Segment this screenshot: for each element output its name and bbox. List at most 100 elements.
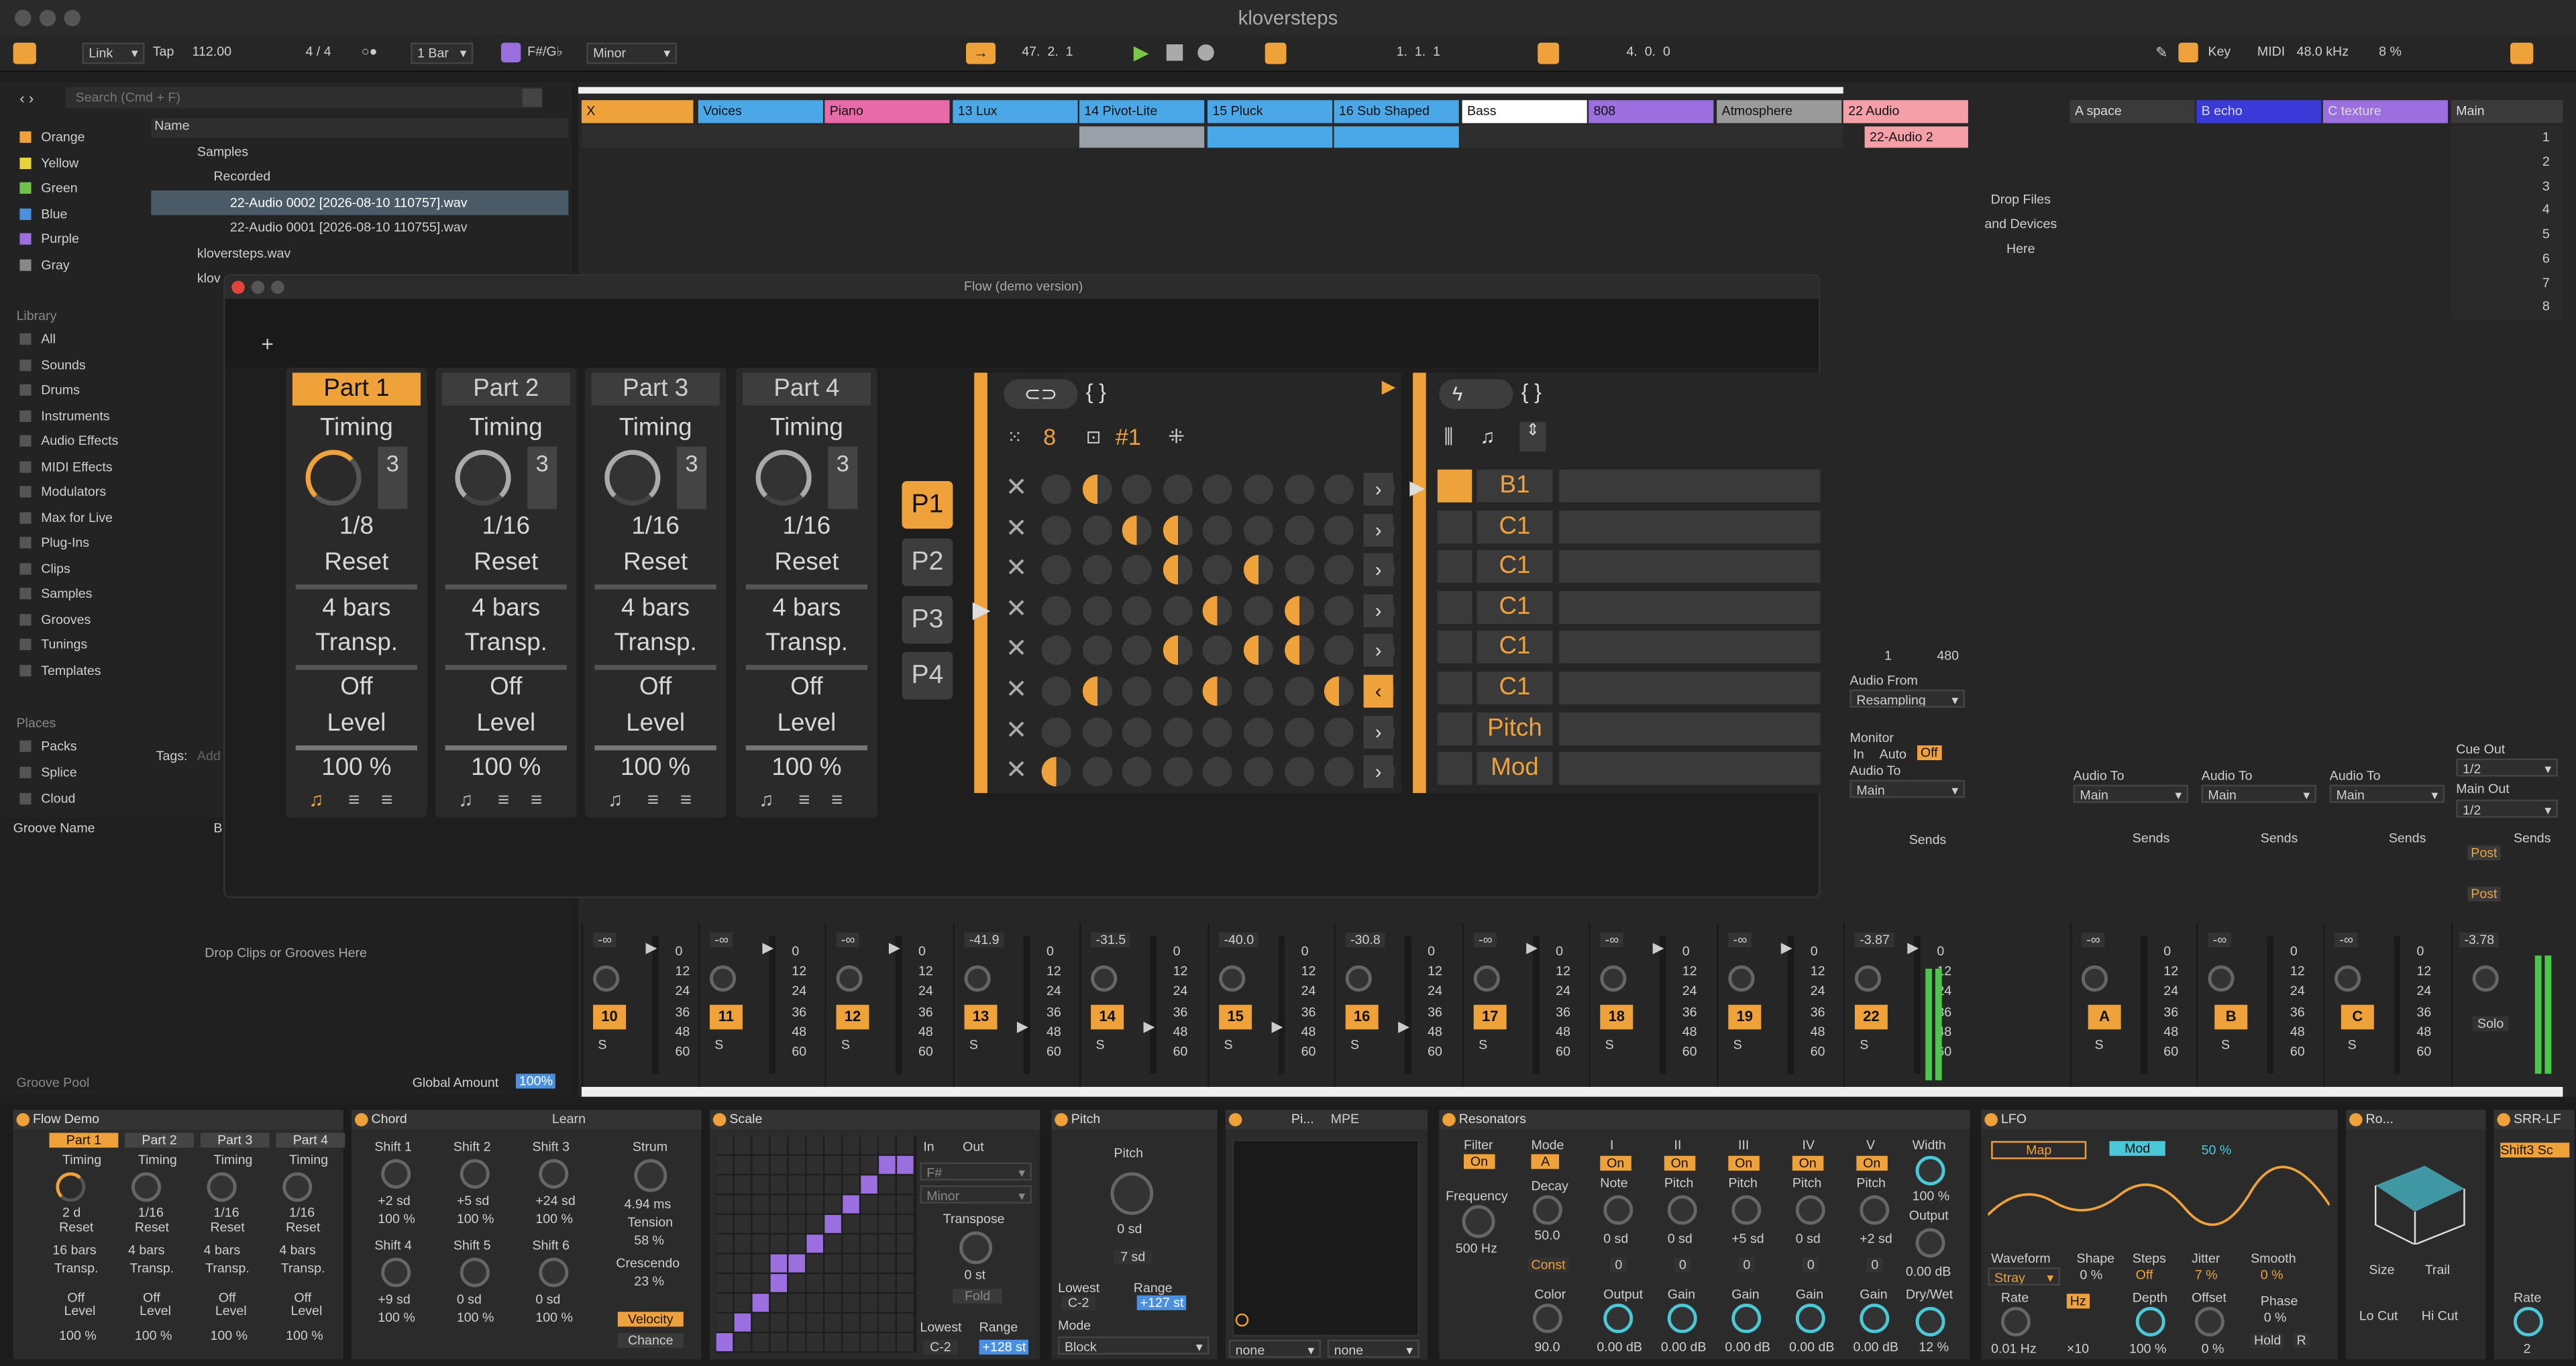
key-map-button[interactable]: Key <box>2208 44 2231 59</box>
solo-button[interactable]: S <box>1479 1038 1487 1053</box>
res-on-button[interactable]: On <box>1600 1155 1631 1171</box>
track-number[interactable]: 18 <box>1600 1004 1633 1030</box>
scale-cell[interactable] <box>843 1214 859 1233</box>
volume-value[interactable]: -40.0 <box>1219 932 1259 947</box>
device-title[interactable]: Pitch <box>1051 1110 1218 1130</box>
srr-mode[interactable]: Shift3 Sc <box>2500 1143 2570 1158</box>
transpose-knob[interactable] <box>959 1231 993 1265</box>
transp-value[interactable]: Off <box>585 673 727 701</box>
fader-track[interactable] <box>1404 935 1411 1074</box>
menu-icon[interactable]: ≡ <box>381 788 392 811</box>
pattern-button-p3[interactable]: P3 <box>902 596 953 644</box>
flash-toggle-icon[interactable]: ϟ <box>1439 379 1513 409</box>
timing-knob[interactable] <box>131 1172 162 1202</box>
track-header[interactable]: Bass <box>1462 100 1587 123</box>
audio-to-dropdown[interactable]: Main <box>2073 784 2189 803</box>
solo-button[interactable]: S <box>969 1038 978 1053</box>
position-field[interactable]: 47. 2. 1 <box>1022 44 1073 59</box>
library-item[interactable]: Modulators <box>19 484 106 499</box>
grid-step[interactable] <box>1243 676 1273 706</box>
library-item[interactable]: Grooves <box>19 613 91 627</box>
timing-knob[interactable] <box>56 1172 86 1202</box>
places-item[interactable]: Cloud <box>19 792 75 808</box>
note-lane[interactable] <box>1559 712 1821 745</box>
scale-cell[interactable] <box>770 1155 788 1174</box>
pi-dropdown-2[interactable]: none <box>1327 1339 1419 1358</box>
color-orange[interactable]: Orange <box>19 129 85 144</box>
bars-value[interactable]: 4 bars <box>585 594 727 623</box>
track-number[interactable]: 12 <box>836 1004 869 1030</box>
level-slider[interactable] <box>745 745 868 751</box>
transpose-value[interactable]: 0 st <box>965 1267 986 1282</box>
depth-knob[interactable] <box>2135 1306 2165 1336</box>
scale-mode-dropdown[interactable]: Minor <box>920 1185 1032 1204</box>
lowest-value[interactable]: C-2 <box>923 1339 958 1355</box>
transp-slider[interactable] <box>745 665 868 670</box>
level-value[interactable]: 100 % <box>135 1328 172 1343</box>
meter-field[interactable]: 4 / 4 <box>306 44 331 59</box>
scale-cell[interactable] <box>734 1175 751 1194</box>
stop-button[interactable] <box>1166 44 1183 61</box>
grid-step[interactable] <box>1081 474 1112 505</box>
res-pitch-knob[interactable] <box>1731 1195 1762 1225</box>
scale-cell[interactable] <box>734 1195 751 1214</box>
scale-cell[interactable] <box>897 1195 914 1214</box>
scale-cell[interactable] <box>734 1234 751 1253</box>
row-clear-icon[interactable]: ✕ <box>1006 714 1028 747</box>
scale-cell[interactable] <box>734 1273 751 1292</box>
close-window-button[interactable] <box>15 9 32 27</box>
shift-knob[interactable] <box>539 1257 569 1288</box>
volume-value[interactable]: -∞ <box>1600 932 1624 947</box>
rate-value[interactable]: 1/16 <box>213 1205 239 1220</box>
res-on-button[interactable]: On <box>1728 1155 1760 1171</box>
color-purple[interactable]: Purple <box>19 231 79 246</box>
note-name[interactable]: B1 <box>1477 469 1553 503</box>
fader-track[interactable] <box>2267 935 2274 1074</box>
res-pitch-knob[interactable] <box>1795 1195 1825 1225</box>
note-name[interactable]: Mod <box>1477 752 1553 786</box>
transp-label[interactable]: Transp. <box>281 1261 325 1275</box>
offset-value[interactable]: 0 % <box>2202 1341 2224 1356</box>
view-toggle-icon[interactable] <box>13 42 36 64</box>
level-slider[interactable] <box>594 745 716 751</box>
reset-slider[interactable] <box>295 584 418 590</box>
row-arrow-button[interactable]: › <box>1363 634 1393 668</box>
solo-button[interactable]: S <box>2221 1038 2230 1053</box>
grid-step[interactable] <box>1243 474 1273 505</box>
sort-icon[interactable]: ⇕ <box>1519 421 1546 452</box>
record-button[interactable] <box>1197 44 1214 61</box>
scale-cell[interactable] <box>806 1313 823 1332</box>
scale-cell[interactable] <box>897 1254 914 1273</box>
rate-knob[interactable] <box>2513 1306 2544 1336</box>
decay-knob[interactable] <box>1532 1195 1562 1225</box>
map-button[interactable]: Map <box>1991 1141 2087 1159</box>
fader-cap-icon[interactable]: ▶ <box>889 939 900 957</box>
reset-slider[interactable] <box>445 584 567 590</box>
res-gain-knob[interactable] <box>1731 1304 1762 1334</box>
output-knob[interactable] <box>1915 1228 1945 1258</box>
volume-value[interactable]: -41.9 <box>964 932 1004 947</box>
scale-cell[interactable] <box>734 1136 751 1155</box>
res-gain-knob[interactable] <box>1603 1304 1633 1334</box>
bars-value[interactable]: 4 bars <box>204 1243 240 1257</box>
scale-cell[interactable] <box>770 1234 788 1253</box>
grid-step[interactable] <box>1041 717 1071 747</box>
grid-step[interactable] <box>1041 595 1071 625</box>
color-yellow[interactable]: Yellow <box>19 156 78 171</box>
smooth-value[interactable]: 0 % <box>2261 1267 2284 1282</box>
dots-icon[interactable]: ⁙ <box>1007 427 1022 448</box>
scale-cell[interactable] <box>824 1294 841 1312</box>
scale-cell[interactable] <box>734 1254 751 1273</box>
master-volume[interactable]: -3.78 <box>2459 932 2500 947</box>
transp-slider[interactable] <box>445 665 567 670</box>
scale-cell[interactable] <box>879 1155 896 1174</box>
res-gain-knob[interactable] <box>1860 1304 1890 1334</box>
zoom-window-button[interactable] <box>64 9 81 27</box>
level-slider[interactable] <box>295 745 418 751</box>
device-title[interactable]: Flow Demo <box>13 1110 343 1130</box>
level-value[interactable]: 100 % <box>286 1328 323 1343</box>
color-green[interactable]: Green <box>19 180 78 195</box>
device-title[interactable]: Scale <box>709 1110 1040 1130</box>
scale-cell[interactable] <box>824 1155 841 1174</box>
scale-cell[interactable] <box>861 1254 877 1273</box>
